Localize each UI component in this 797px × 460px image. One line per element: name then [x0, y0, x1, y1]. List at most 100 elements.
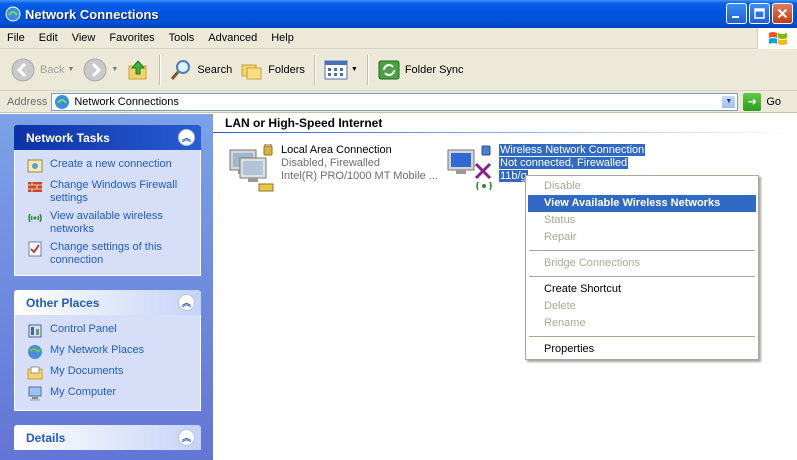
folder-sync-icon [378, 60, 400, 79]
search-button[interactable]: Search [165, 53, 236, 87]
context-menu: Disable View Available Wireless Networks… [525, 175, 759, 360]
views-dropdown-icon[interactable]: ▼ [351, 66, 358, 73]
menu-view[interactable]: View [65, 32, 103, 44]
network-places-icon [28, 345, 42, 359]
connection-device: Intel(R) PRO/1000 MT Mobile ... [281, 170, 438, 182]
connection-local-area[interactable]: Local Area Connection Disabled, Firewall… [228, 144, 438, 194]
standard-toolbar: Back ▼ ▼ Search Folders ▼ Folder Sync [0, 49, 797, 91]
windows-flag-icon [768, 31, 787, 45]
task-create-connection[interactable]: Create a new connection [27, 158, 194, 174]
task-pane: Network Tasks ︽ Create a new connection … [0, 114, 213, 460]
address-input[interactable]: Network Connections ▼ [51, 92, 739, 111]
menu-favorites[interactable]: Favorites [102, 32, 161, 44]
title-bar[interactable]: Network Connections [0, 0, 797, 28]
back-arrow-icon [11, 58, 35, 81]
task-label: View available wireless networks [50, 210, 163, 235]
menu-tools[interactable]: Tools [162, 32, 202, 44]
minimize-icon [732, 16, 739, 18]
go-button[interactable]: ➜ Go [743, 92, 782, 111]
ctx-rename[interactable]: Rename [528, 315, 756, 332]
ctx-view-available-wireless[interactable]: View Available Wireless Networks [528, 195, 756, 212]
control-panel-icon [28, 324, 42, 338]
connection-name: Local Area Connection [281, 144, 392, 156]
forward-arrow-icon [83, 58, 107, 81]
panel-title: Details [26, 430, 66, 445]
toolbar-separator [313, 54, 315, 85]
folder-up-icon [128, 59, 147, 79]
connection-device: 11b/g [499, 170, 528, 182]
search-icon [171, 59, 191, 80]
menu-help[interactable]: Help [264, 32, 301, 44]
place-my-network-places[interactable]: My Network Places [27, 344, 194, 360]
group-header: LAN or High-Speed Internet [225, 116, 383, 130]
ctx-status[interactable]: Status [528, 212, 756, 229]
up-button[interactable] [122, 53, 154, 87]
firewall-icon [28, 182, 42, 192]
maximize-button[interactable] [749, 3, 770, 24]
folders-button[interactable]: Folders [236, 53, 309, 87]
details-header[interactable]: Details ︽ [14, 425, 201, 450]
place-my-documents[interactable]: My Documents [27, 365, 194, 381]
network-connections-icon [55, 94, 70, 109]
close-button[interactable] [772, 3, 793, 24]
folder-sync-button[interactable]: Folder Sync [373, 53, 468, 87]
menu-edit[interactable]: Edit [32, 32, 65, 44]
menu-separator [529, 276, 755, 277]
address-label: Address [7, 95, 48, 108]
maximize-icon [754, 8, 765, 19]
place-label: My Computer [50, 386, 117, 398]
address-dropdown-icon[interactable]: ▼ [721, 94, 737, 109]
views-button[interactable]: ▼ [320, 53, 362, 87]
collapse-chevron-icon[interactable]: ︽ [178, 294, 195, 311]
ctx-properties[interactable]: Properties [528, 341, 756, 358]
network-tasks-header[interactable]: Network Tasks ︽ [14, 125, 201, 150]
task-view-wireless[interactable]: View available wireless networks [27, 210, 194, 236]
settings-checklist-icon [28, 241, 42, 257]
go-arrow-icon: ➜ [743, 92, 762, 111]
back-label: Back [40, 63, 65, 76]
place-label: Control Panel [50, 323, 117, 335]
folders-icon [241, 64, 262, 79]
place-label: My Network Places [50, 344, 145, 356]
ctx-delete[interactable]: Delete [528, 298, 756, 315]
other-places-panel: Other Places ︽ Control Panel My Network … [14, 290, 201, 411]
collapse-chevron-icon[interactable]: ︽ [178, 129, 195, 146]
task-change-settings[interactable]: Change settings of this connection [27, 241, 194, 267]
task-label: Change Windows Firewall settings [50, 179, 178, 204]
forward-button[interactable]: ▼ [78, 53, 122, 87]
toolbar-separator [159, 54, 161, 85]
menu-advanced[interactable]: Advanced [201, 32, 264, 44]
views-icon [324, 60, 348, 79]
network-tasks-panel: Network Tasks ︽ Create a new connection … [14, 125, 201, 276]
connection-status: Disabled, Firewalled [281, 157, 381, 169]
folders-label: Folders [268, 63, 305, 76]
menu-bar: File Edit View Favorites Tools Advanced … [0, 28, 797, 49]
ctx-repair[interactable]: Repair [528, 229, 756, 246]
task-firewall-settings[interactable]: Change Windows Firewall settings [27, 179, 194, 205]
back-button[interactable]: Back ▼ [6, 53, 78, 87]
task-label: Create a new connection [50, 158, 172, 170]
menu-file[interactable]: File [0, 32, 32, 44]
network-connections-icon [5, 6, 21, 22]
search-label: Search [197, 63, 233, 76]
forward-dropdown-icon[interactable]: ▼ [111, 66, 118, 73]
window-title: Network Connections [25, 6, 159, 22]
go-label: Go [766, 95, 782, 108]
close-icon [777, 8, 788, 19]
place-control-panel[interactable]: Control Panel [27, 323, 194, 339]
ctx-create-shortcut[interactable]: Create Shortcut [528, 281, 756, 298]
address-value: Network Connections [74, 95, 179, 108]
panel-title: Other Places [26, 295, 100, 310]
ctx-bridge-connections[interactable]: Bridge Connections [528, 255, 756, 272]
other-places-header[interactable]: Other Places ︽ [14, 290, 201, 315]
ctx-disable[interactable]: Disable [528, 178, 756, 195]
back-dropdown-icon[interactable]: ▼ [67, 66, 74, 73]
place-my-computer[interactable]: My Computer [27, 386, 194, 402]
menu-separator [529, 250, 755, 251]
connection-status: Not connected, Firewalled [499, 157, 629, 169]
folder-sync-label: Folder Sync [404, 63, 464, 76]
details-panel: Details ︽ [14, 425, 201, 450]
collapse-chevron-icon[interactable]: ︽ [178, 429, 195, 446]
minimize-button[interactable] [726, 3, 747, 24]
group-divider [213, 132, 797, 133]
